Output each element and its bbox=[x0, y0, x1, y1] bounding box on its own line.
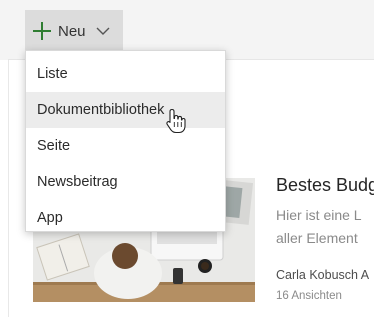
menu-item-label: Dokumentbibliothek bbox=[37, 102, 165, 118]
menu-item-liste[interactable]: Liste bbox=[26, 56, 225, 92]
news-description-line-1: Hier ist eine L bbox=[276, 207, 362, 223]
hand-pointer-cursor-icon bbox=[166, 108, 186, 134]
menu-item-label: Seite bbox=[37, 138, 71, 154]
menu-item-newsbeitrag[interactable]: Newsbeitrag bbox=[26, 164, 225, 200]
menu-item-app[interactable]: App bbox=[26, 200, 225, 236]
menu-item-label: Liste bbox=[37, 66, 68, 82]
news-views: 16 Ansichten bbox=[276, 290, 342, 302]
menu-item-label: Newsbeitrag bbox=[37, 174, 118, 190]
news-description-line-2: aller Element bbox=[276, 230, 358, 246]
menu-item-label: App bbox=[37, 210, 63, 226]
new-button[interactable]: Neu bbox=[25, 10, 123, 52]
chevron-down-icon bbox=[96, 27, 110, 35]
new-button-label: Neu bbox=[58, 22, 86, 40]
news-author[interactable]: Carla Kobusch A bbox=[276, 268, 369, 282]
news-title[interactable]: Bestes Budg bbox=[276, 175, 374, 196]
menu-item-dokumentbibliothek[interactable]: Dokumentbibliothek bbox=[26, 92, 225, 128]
menu-item-seite[interactable]: Seite bbox=[26, 128, 225, 164]
content-left-border bbox=[8, 60, 9, 317]
plus-icon bbox=[33, 22, 51, 40]
new-dropdown-menu: Liste Dokumentbibliothek Seite Newsbeitr… bbox=[25, 50, 226, 232]
